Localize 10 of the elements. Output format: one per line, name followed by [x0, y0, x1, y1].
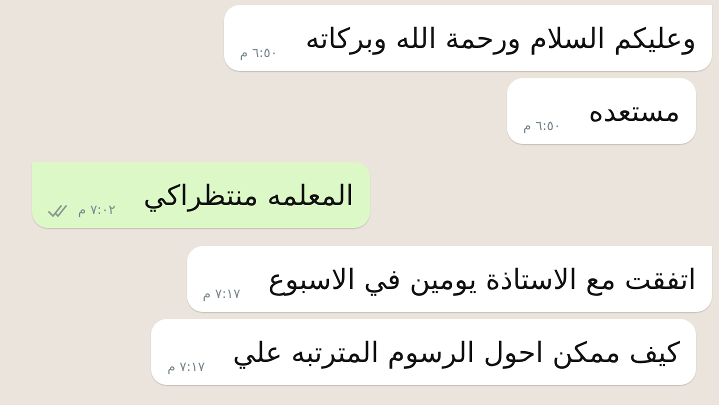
message-text: اتفقت مع الاستاذة يومين في الاسبوع — [268, 266, 696, 298]
message-text: كيف ممكن احول الرسوم المترتبه علي — [232, 339, 680, 371]
message-time: ٧:١٧ م — [202, 287, 240, 302]
message-text: وعليكم السلام ورحمة الله وبركاته — [305, 25, 696, 57]
message-time: ٦:٥٠ م — [240, 46, 278, 61]
message-time: ٦:٥٠ م — [523, 119, 561, 134]
message-text: مستعده — [588, 98, 680, 130]
message-time: ٧:١٧ م — [167, 360, 205, 375]
message-text: المعلمه منتظراكي — [144, 182, 354, 214]
message-time: ٧:٠٢ م — [78, 203, 116, 218]
